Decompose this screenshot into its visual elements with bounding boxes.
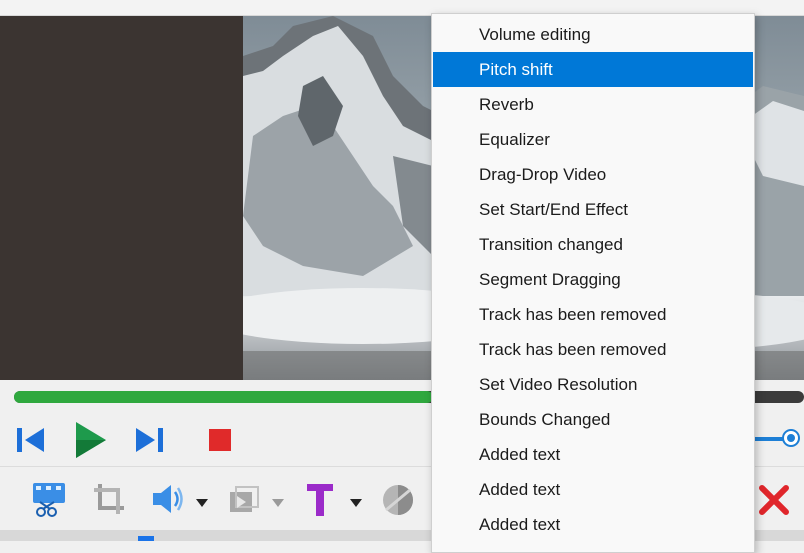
transition-button[interactable] [228,484,262,521]
next-button[interactable] [134,424,166,461]
preview-letterbox [0,16,243,380]
audio-dropdown-arrow[interactable] [196,494,208,512]
previous-button[interactable] [14,424,46,461]
menu-item-drag-drop-video[interactable]: Drag-Drop Video [433,157,753,192]
skip-next-icon [136,428,163,452]
text-tool-button[interactable] [305,482,335,523]
chevron-down-icon [272,499,284,507]
play-button[interactable] [72,420,108,465]
stop-icon [209,429,231,451]
menu-item-track-removed[interactable]: Track has been removed [433,332,753,367]
transition-dropdown-arrow[interactable] [272,494,284,512]
crop-button[interactable] [92,482,126,521]
menu-item-transition-changed[interactable]: Transition changed [433,227,753,262]
menu-item-set-video-resolution[interactable]: Set Video Resolution [433,367,753,402]
effect-circle-icon [383,485,413,515]
effect-button[interactable] [382,484,414,521]
menu-item-bounds-changed[interactable]: Bounds Changed [433,402,753,437]
menu-item-added-text[interactable]: Added text [433,437,753,472]
volume-slider-thumb[interactable] [782,429,800,447]
text-dropdown-arrow[interactable] [350,494,362,512]
menu-item-segment-dragging[interactable]: Segment Dragging [433,262,753,297]
close-button[interactable] [758,484,790,521]
menu-item-reverb[interactable]: Reverb [433,87,753,122]
audio-button[interactable] [150,482,186,521]
play-icon [76,422,106,458]
menu-item-track-removed[interactable]: Track has been removed [433,297,753,332]
close-icon [759,485,789,515]
menu-item-pitch-shift[interactable]: Pitch shift [433,52,753,87]
crop-icon [94,484,124,514]
skip-previous-icon [17,428,44,452]
menu-item-added-text[interactable]: Added text [433,472,753,507]
text-tool-icon [307,484,333,516]
menu-item-equalizer[interactable]: Equalizer [433,122,753,157]
status-indicator [138,536,154,541]
seek-progress [14,391,433,403]
chevron-down-icon [350,499,362,507]
menu-item-set-start-end-effect[interactable]: Set Start/End Effect [433,192,753,227]
stop-button[interactable] [208,428,232,457]
history-menu: Volume editing Pitch shift Reverb Equali… [431,13,755,553]
edit-video-button[interactable] [30,480,68,525]
speaker-icon [153,485,183,513]
edit-video-icon [33,483,65,517]
menu-item-volume-editing[interactable]: Volume editing [433,17,753,52]
menu-item-added-text[interactable]: Added text [433,507,753,542]
chevron-down-icon [196,499,208,507]
transition-icon [230,486,259,512]
